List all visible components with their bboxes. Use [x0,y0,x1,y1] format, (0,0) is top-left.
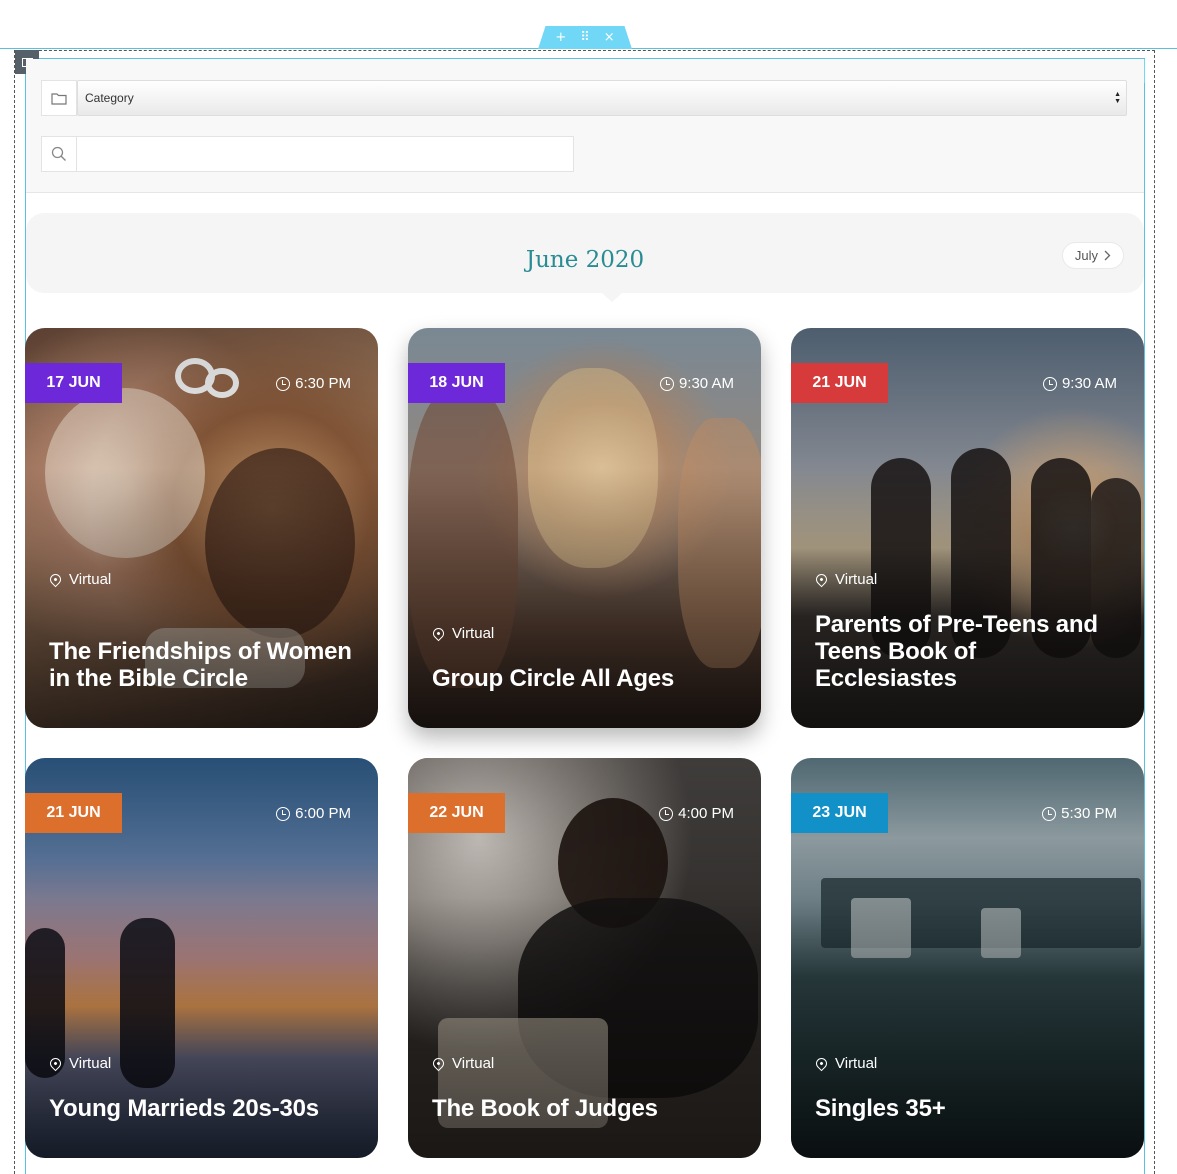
clock-icon [276,376,291,391]
event-time-label: 9:30 AM [678,375,734,392]
clock-icon [659,806,674,821]
drag-section-icon[interactable]: ⠿ [580,31,590,44]
event-time-label: 6:00 PM [295,805,351,822]
location-pin-icon [813,571,830,588]
event-time-label: 6:30 PM [295,375,351,392]
event-time-label: 5:30 PM [1061,805,1117,822]
category-select-value: Category [85,91,134,105]
event-card[interactable]: 17 JUN 6:30 PM Virtual The Friendships o… [25,328,378,728]
clock-icon [1042,376,1057,391]
event-location: Virtual [47,1055,112,1072]
date-badge: 23 JUN [791,793,888,833]
event-location-label: Virtual [69,571,112,588]
location-pin-icon [430,625,447,642]
event-time: 5:30 PM [1042,805,1117,822]
event-location-label: Virtual [835,571,878,588]
event-card[interactable]: 21 JUN 6:00 PM Virtual Young Marrieds 20… [25,758,378,1158]
search-icon [41,136,77,172]
month-header: June 2020 July [26,213,1144,302]
event-location: Virtual [430,625,495,642]
next-month-label: July [1074,248,1098,263]
event-location: Virtual [430,1055,495,1072]
date-badge: 22 JUN [408,793,505,833]
date-badge: 17 JUN [25,363,122,403]
month-pointer [602,293,622,302]
chevron-right-icon [1104,250,1111,261]
location-pin-icon [47,571,64,588]
event-time: 9:30 AM [659,375,734,392]
event-time: 4:00 PM [659,805,734,822]
event-title[interactable]: Singles 35+ [815,1095,1124,1122]
event-card[interactable]: 23 JUN 5:30 PM Virtual Singles 35+ [791,758,1144,1158]
location-pin-icon [47,1055,64,1072]
event-location-label: Virtual [835,1055,878,1072]
event-card[interactable]: 22 JUN 4:00 PM Virtual The Book of Judge… [408,758,761,1158]
event-time: 6:30 PM [276,375,351,392]
date-badge: 18 JUN [408,363,505,403]
event-title[interactable]: Young Marrieds 20s-30s [49,1095,358,1122]
delete-section-icon[interactable]: × [604,31,615,44]
clock-icon [659,376,674,391]
location-pin-icon [813,1055,830,1072]
add-section-icon[interactable]: + [555,31,566,44]
event-location-label: Virtual [452,625,495,642]
filter-panel: Category ▲ ▼ [26,59,1144,193]
location-pin-icon [430,1055,447,1072]
category-select[interactable]: Category ▲ ▼ [77,80,1127,116]
section-handle[interactable]: + ⠿ × [538,26,632,49]
folder-icon [41,80,77,116]
event-card[interactable]: 21 JUN 9:30 AM Virtual Parents of Pre-Te… [791,328,1144,728]
clock-icon [276,806,291,821]
event-title[interactable]: The Book of Judges [432,1095,741,1122]
event-time-label: 9:30 AM [1061,375,1117,392]
select-arrows-icon: ▲ ▼ [1114,91,1121,105]
event-title[interactable]: Parents of Pre-Teens and Teens Book of E… [815,611,1124,692]
event-location-label: Virtual [452,1055,495,1072]
event-time: 9:30 AM [1042,375,1117,392]
search-input[interactable] [76,136,574,172]
event-location: Virtual [47,571,112,588]
event-title[interactable]: Group Circle All Ages [432,665,741,692]
date-badge: 21 JUN [25,793,122,833]
event-card[interactable]: 18 JUN 9:30 AM Virtual Group Circle All … [408,328,761,728]
event-location: Virtual [813,571,878,588]
event-location-label: Virtual [69,1055,112,1072]
date-badge: 21 JUN [791,363,888,403]
next-month-button[interactable]: July [1061,242,1124,269]
event-time-label: 4:00 PM [678,805,734,822]
month-title: June 2020 [525,247,645,273]
event-time: 6:00 PM [276,805,351,822]
event-title[interactable]: The Friendships of Women in the Bible Ci… [49,638,358,692]
clock-icon [1042,806,1057,821]
event-location: Virtual [813,1055,878,1072]
